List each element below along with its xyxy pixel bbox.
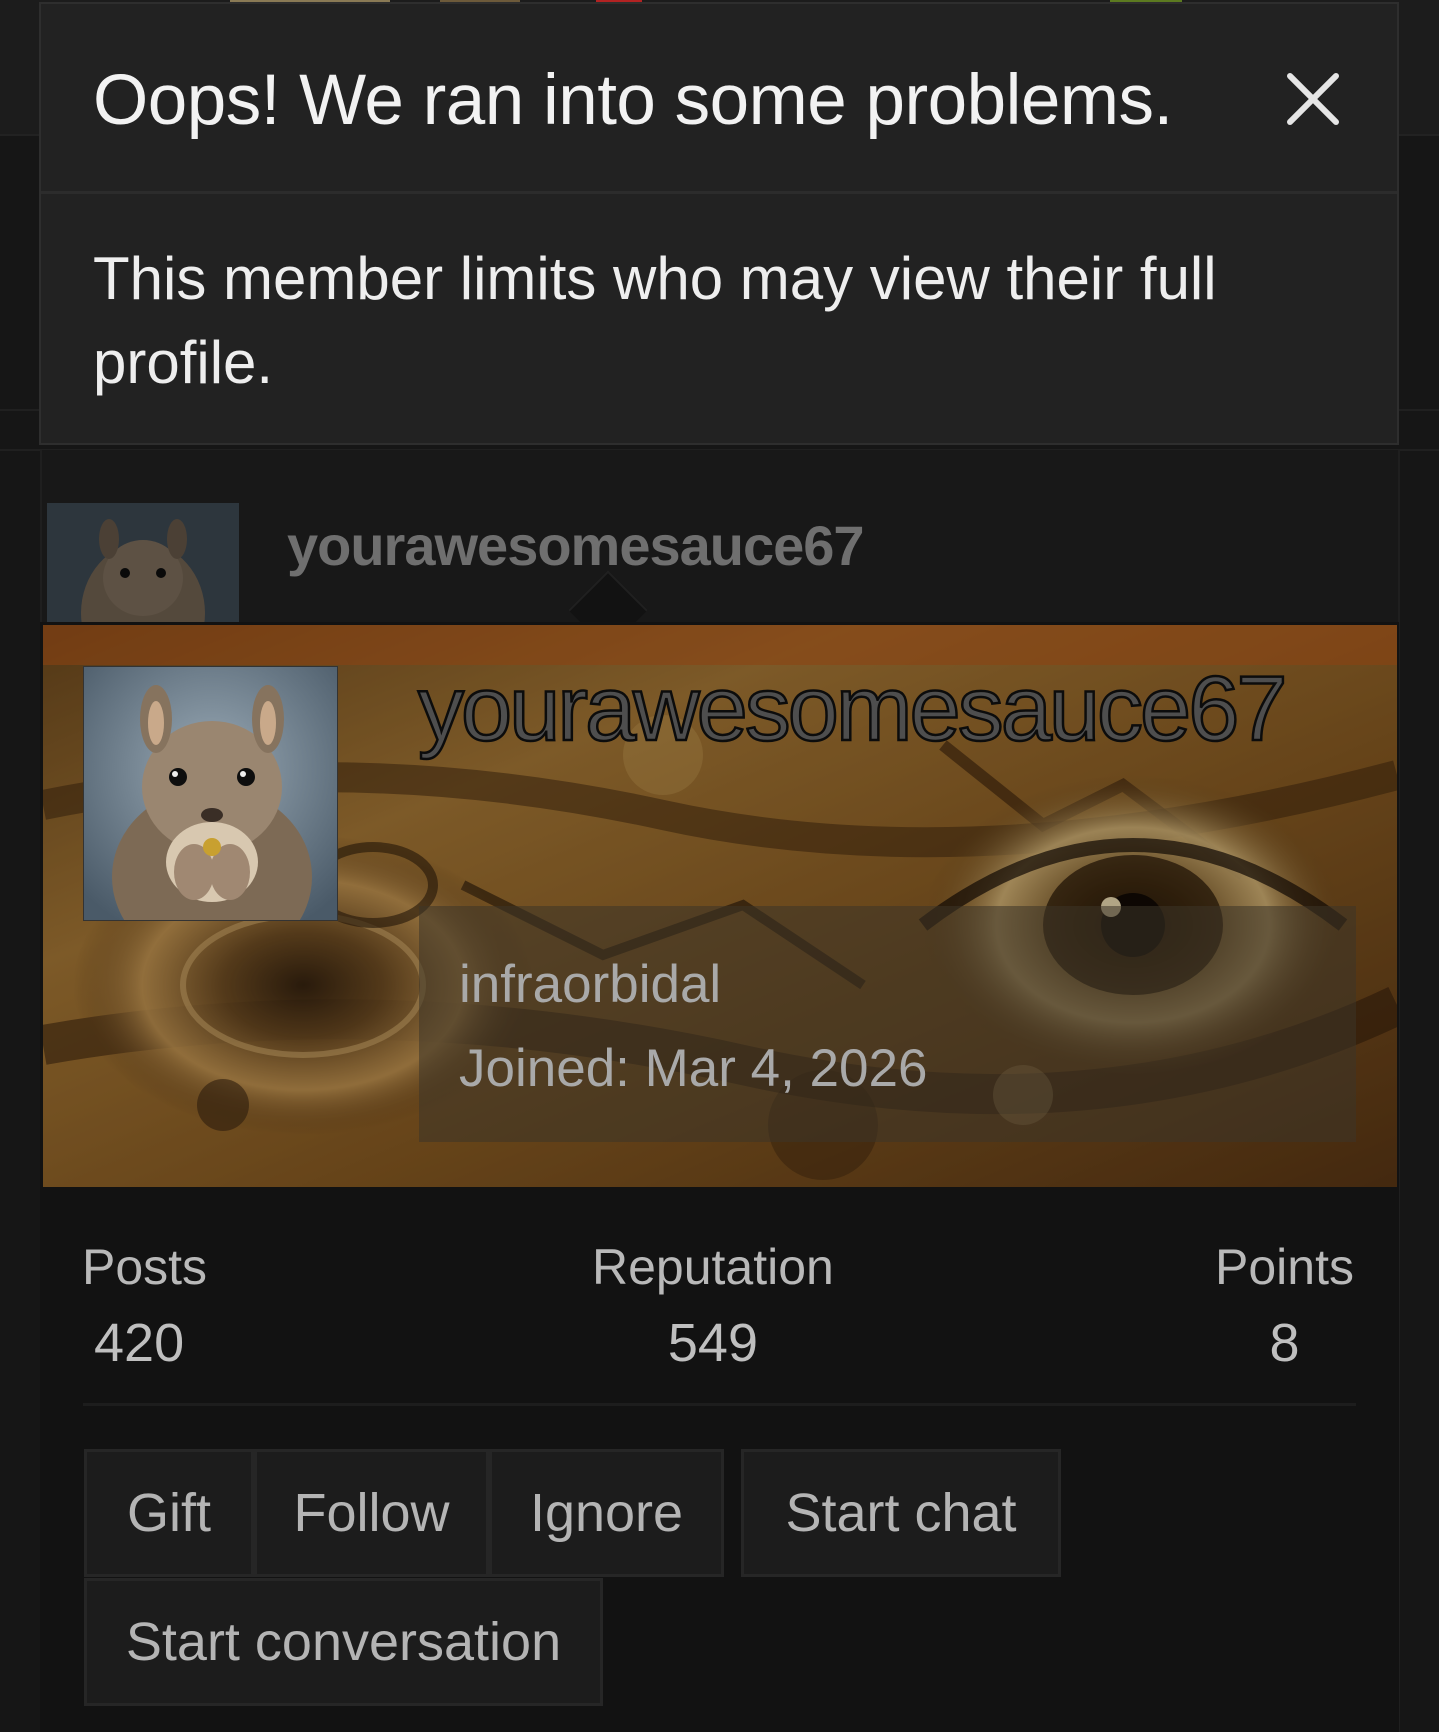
stat-label: Points bbox=[1215, 1239, 1354, 1295]
joined-date: Joined: Mar 4, 2026 bbox=[459, 1039, 928, 1098]
close-icon[interactable] bbox=[1274, 66, 1354, 136]
profile-info-box: infraorbidal Joined: Mar 4, 2026 bbox=[419, 906, 1356, 1142]
follow-button[interactable]: Follow bbox=[254, 1449, 489, 1577]
modal-message: This member limits who may view their fu… bbox=[93, 245, 1217, 396]
error-modal: Oops! We ran into some problems. This me… bbox=[39, 2, 1399, 445]
start-conversation-button[interactable]: Start conversation bbox=[84, 1578, 603, 1706]
stat-label: Posts bbox=[82, 1239, 208, 1295]
stat-value: 420 bbox=[94, 1313, 185, 1373]
stat-posts[interactable]: Posts 420 bbox=[82, 1238, 207, 1374]
stat-value: 549 bbox=[667, 1313, 758, 1373]
divider bbox=[83, 1403, 1356, 1406]
modal-header: Oops! We ran into some problems. bbox=[41, 4, 1397, 194]
background-avatar bbox=[47, 503, 239, 625]
gift-button[interactable]: Gift bbox=[84, 1449, 254, 1577]
profile-username[interactable]: yourawesomesauce67 bbox=[417, 659, 1358, 760]
modal-title: Oops! We ran into some problems. bbox=[93, 61, 1173, 140]
stat-points[interactable]: Points 8 bbox=[1215, 1238, 1354, 1374]
stat-label: Reputation bbox=[592, 1239, 834, 1295]
squirrel-avatar[interactable] bbox=[83, 666, 338, 921]
user-title: infraorbidal bbox=[459, 955, 722, 1014]
start-chat-button[interactable]: Start chat bbox=[741, 1449, 1061, 1577]
background-username: yourawesomesauce67 bbox=[287, 514, 865, 577]
stat-reputation[interactable]: Reputation 549 bbox=[592, 1238, 834, 1374]
ignore-button[interactable]: Ignore bbox=[489, 1449, 724, 1577]
stat-value: 8 bbox=[1269, 1313, 1300, 1373]
